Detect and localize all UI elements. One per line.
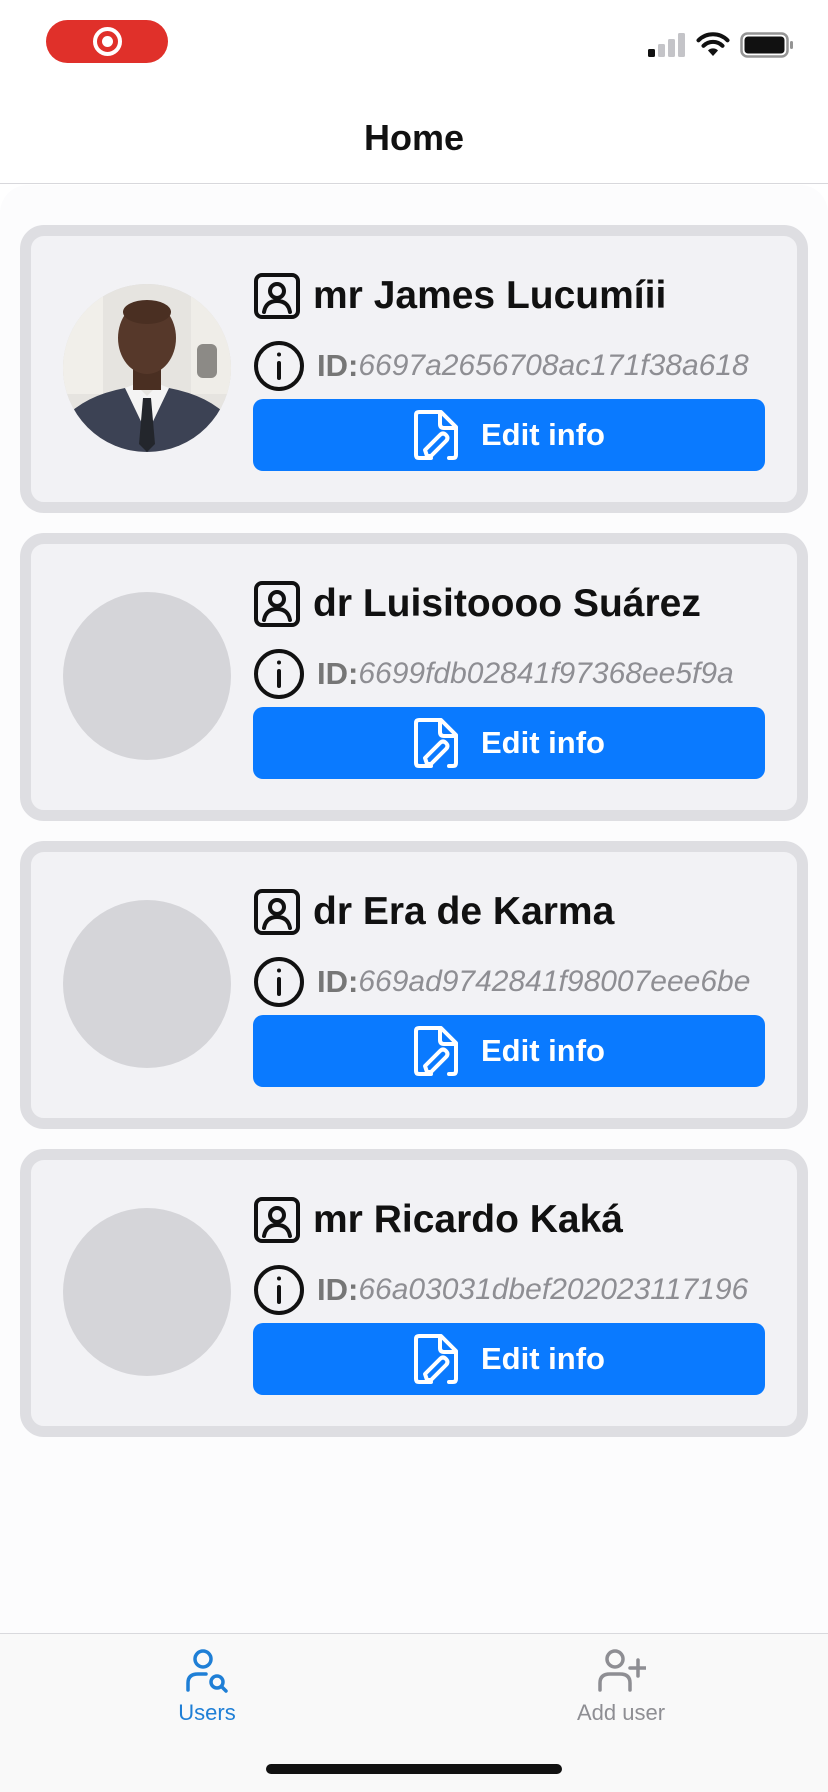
user-card: mr Ricardo Kaká ID: 66a03031dbef20202311… bbox=[20, 1149, 808, 1437]
id-label: ID: bbox=[317, 1272, 359, 1307]
avatar-placeholder bbox=[63, 1208, 231, 1376]
edit-info-button[interactable]: Edit info bbox=[253, 1323, 765, 1395]
record-icon bbox=[92, 27, 122, 56]
avatar-placeholder bbox=[63, 900, 231, 1068]
avatar bbox=[63, 284, 231, 452]
tab-users-label: Users bbox=[178, 1700, 236, 1725]
info-icon bbox=[254, 957, 304, 1007]
id-value: 6699fdb02841f97368ee5f9a bbox=[358, 657, 734, 690]
wifi-icon bbox=[696, 32, 730, 56]
id-row: ID: 6699fdb02841f97368ee5f9a bbox=[253, 648, 734, 700]
user-name: mr James Lucumíii bbox=[313, 274, 667, 317]
contact-card-icon bbox=[254, 581, 300, 627]
screen-recording-indicator[interactable] bbox=[46, 20, 168, 63]
edit-info-label: Edit info bbox=[481, 417, 605, 452]
id-label: ID: bbox=[317, 348, 359, 383]
edit-info-label: Edit info bbox=[481, 1341, 605, 1376]
name-row: dr Luisitoooo Suárez bbox=[253, 580, 701, 628]
tab-add-user[interactable]: Add user bbox=[521, 1648, 721, 1726]
id-value: 6697a2656708ac171f38a618 bbox=[358, 349, 749, 382]
id-label: ID: bbox=[317, 964, 359, 999]
tab-users[interactable]: Users bbox=[107, 1648, 307, 1726]
signal-icon bbox=[648, 33, 685, 57]
edit-file-icon bbox=[414, 1334, 458, 1384]
user-name: mr Ricardo Kaká bbox=[313, 1198, 623, 1241]
name-row: mr James Lucumíii bbox=[253, 272, 666, 320]
home-indicator[interactable] bbox=[266, 1764, 562, 1774]
contact-card-icon bbox=[254, 273, 300, 319]
user-card: dr Luisitoooo Suárez ID: 6699fdb02841f97… bbox=[20, 533, 808, 821]
user-plus-icon bbox=[598, 1649, 646, 1692]
info-icon bbox=[254, 649, 304, 699]
id-row: ID: 6697a2656708ac171f38a618 bbox=[253, 340, 749, 392]
name-row: dr Era de Karma bbox=[253, 888, 614, 936]
edit-info-label: Edit info bbox=[481, 1033, 605, 1068]
contact-card-icon bbox=[254, 1197, 300, 1243]
page-title: Home bbox=[363, 116, 465, 158]
id-value: 66a03031dbef202023117196 bbox=[358, 1273, 749, 1306]
navigation-header: Home bbox=[0, 92, 828, 184]
user-card: dr Era de Karma ID: 669ad9742841f98007ee… bbox=[20, 841, 808, 1129]
contact-card-icon bbox=[254, 889, 300, 935]
user-name: dr Era de Karma bbox=[313, 890, 615, 933]
info-icon bbox=[254, 341, 304, 391]
edit-info-button[interactable]: Edit info bbox=[253, 707, 765, 779]
edit-info-label: Edit info bbox=[481, 725, 605, 760]
user-card: mr James Lucumíii ID: 6697a2656708ac171f… bbox=[20, 225, 808, 513]
user-list[interactable]: mr James Lucumíii ID: 6697a2656708ac171f… bbox=[20, 225, 808, 1457]
system-icons bbox=[648, 32, 794, 58]
edit-file-icon bbox=[414, 718, 458, 768]
id-row: ID: 66a03031dbef202023117196 bbox=[253, 1264, 748, 1316]
content-area[interactable]: mr James Lucumíii ID: 6697a2656708ac171f… bbox=[0, 185, 828, 1633]
user-search-icon bbox=[186, 1649, 228, 1693]
id-row: ID: 669ad9742841f98007eee6be bbox=[253, 956, 750, 1008]
name-row: mr Ricardo Kaká bbox=[253, 1196, 623, 1244]
edit-file-icon bbox=[414, 410, 458, 460]
edit-file-icon bbox=[414, 1026, 458, 1076]
tab-add-user-label: Add user bbox=[576, 1700, 666, 1725]
status-bar bbox=[0, 0, 828, 92]
edit-info-button[interactable]: Edit info bbox=[253, 1015, 765, 1087]
avatar-placeholder bbox=[63, 592, 231, 760]
id-label: ID: bbox=[317, 656, 359, 691]
info-icon bbox=[254, 1265, 304, 1315]
edit-info-button[interactable]: Edit info bbox=[253, 399, 765, 471]
id-value: 669ad9742841f98007eee6be bbox=[358, 965, 751, 998]
battery-icon bbox=[740, 32, 793, 58]
user-photo bbox=[63, 284, 231, 452]
user-name: dr Luisitoooo Suárez bbox=[313, 582, 701, 625]
